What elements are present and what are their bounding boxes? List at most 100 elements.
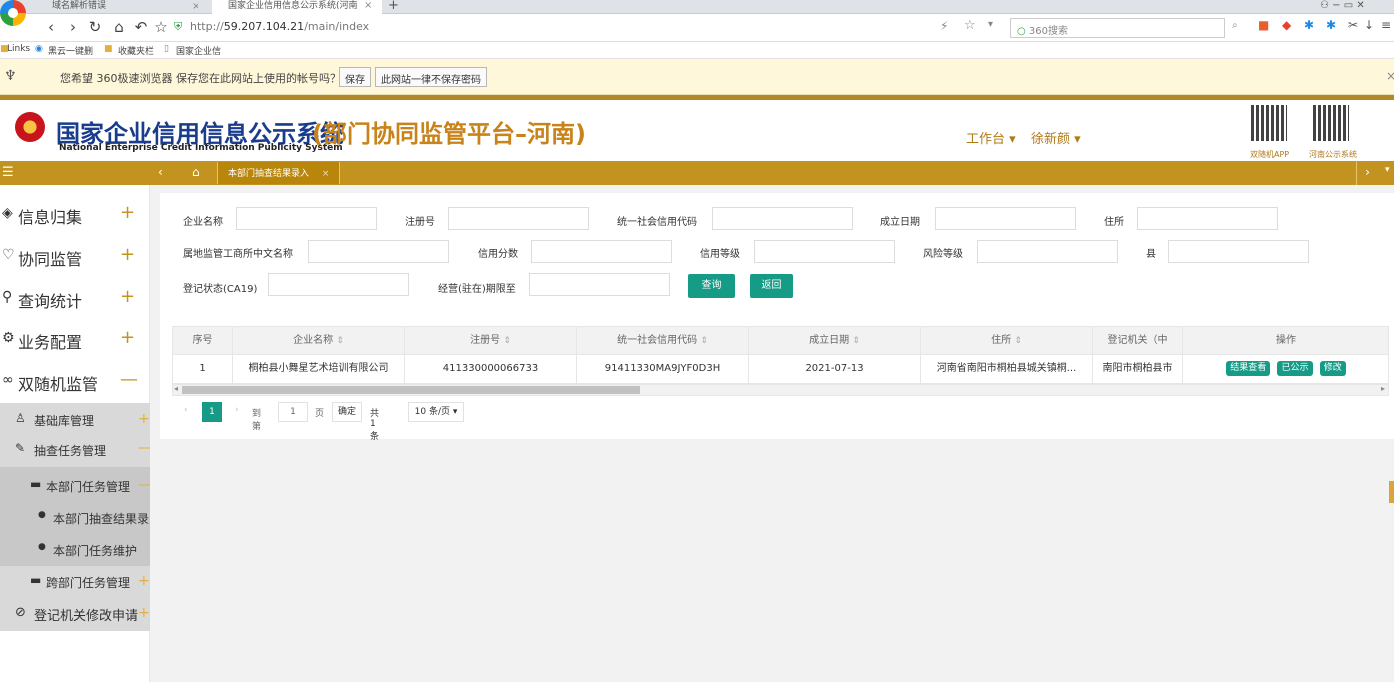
scroll-left-icon[interactable]: ◂ <box>174 384 178 393</box>
cut-icon[interactable]: ✂ <box>1348 18 1358 32</box>
confirm-page-button[interactable]: 确定 <box>332 402 362 422</box>
chevron-right-icon[interactable]: › <box>1356 161 1378 185</box>
undo-icon[interactable]: ↶ <box>132 18 150 36</box>
credit-score-input[interactable] <box>531 240 672 263</box>
sidebar-item-business-config[interactable]: ⚙ 业务配置 + <box>0 320 150 360</box>
back-button[interactable]: 返回 <box>750 274 793 298</box>
risk-level-input[interactable] <box>977 240 1118 263</box>
workbench-menu[interactable]: 工作台 ▾ <box>966 128 1016 147</box>
sidebar-item-base-library[interactable]: ♙ 基础库管理 + <box>0 409 150 429</box>
col-header-address[interactable]: 住所 ⇕ <box>921 327 1093 355</box>
collapse-icon[interactable]: — <box>138 440 150 456</box>
close-icon[interactable]: × <box>1386 69 1394 83</box>
local-office-input[interactable] <box>308 240 449 263</box>
collapse-icon[interactable]: — <box>138 477 150 493</box>
sidebar-item-dept-result-entry[interactable]: ● 本部门抽查结果录入 <box>0 502 150 534</box>
game-icon[interactable]: ◆ <box>1282 18 1291 32</box>
extension-icon[interactable]: ✱ <box>1326 18 1336 32</box>
sort-icon[interactable]: ⇕ <box>700 336 708 346</box>
close-icon[interactable]: × <box>364 0 372 11</box>
user-menu[interactable]: 徐新颜 ▾ <box>1031 128 1081 147</box>
credit-level-input[interactable] <box>754 240 895 263</box>
url-field[interactable]: http://59.207.104.21/main/index <box>190 20 369 33</box>
bookmark-item[interactable]: 国家企业信 <box>176 44 221 57</box>
col-header-uscc[interactable]: 统一社会信用代码 ⇕ <box>577 327 749 355</box>
address-input[interactable] <box>1137 207 1278 230</box>
chevron-down-icon[interactable]: ▾ <box>988 19 993 30</box>
query-button[interactable]: 查询 <box>688 274 735 298</box>
sidebar-item-reg-change[interactable]: ⊘ 登记机关修改申请 + <box>0 603 150 625</box>
browser-tab-dns-error[interactable]: 域名解析错误 × <box>36 0 198 14</box>
col-header-found-date[interactable]: 成立日期 ⇕ <box>749 327 921 355</box>
sidebar-item-dept-maintain[interactable]: ● 本部门任务维护 <box>0 534 150 566</box>
expand-icon[interactable]: + <box>120 244 135 265</box>
scrollbar-thumb[interactable] <box>182 386 640 394</box>
search-icon[interactable]: ⌕ <box>1232 20 1238 31</box>
browser-tab-gsxt[interactable]: 国家企业信用信息公示系统(河南 <box>212 0 382 14</box>
sidebar-item-coop-supervision[interactable]: ♡ 协同监管 + <box>0 237 150 277</box>
bookmark-item[interactable]: 收藏夹栏 <box>118 44 154 57</box>
back-icon[interactable]: ‹ <box>42 18 60 36</box>
regno-input[interactable] <box>448 207 589 230</box>
page-size-select[interactable]: 10 条/页 ▾ <box>408 402 464 422</box>
expand-icon[interactable]: + <box>138 605 150 621</box>
search-box[interactable]: ○ 360搜索 <box>1010 18 1225 38</box>
sidebar-item-query-stats[interactable]: ⚲ 查询统计 + <box>0 279 150 319</box>
published-button[interactable]: 已公示 <box>1277 360 1313 376</box>
bookmark-links[interactable]: Links <box>7 44 30 54</box>
sidebar-item-double-random[interactable]: ∞ 双随机监管 — <box>0 362 150 402</box>
expand-icon[interactable]: + <box>120 327 135 348</box>
new-tab-icon[interactable]: + <box>388 0 399 13</box>
next-page-icon[interactable]: › <box>235 405 239 415</box>
refresh-icon[interactable]: ↻ <box>86 18 104 36</box>
window-controls[interactable]: ⚇ − ▭ ✕ <box>1320 0 1365 11</box>
chevron-left-icon[interactable]: ‹ <box>158 165 163 179</box>
favorite-icon[interactable]: ☆ <box>964 18 976 33</box>
collapse-icon[interactable]: — <box>120 369 138 390</box>
bookmark-item[interactable]: 黑云一键删 <box>48 44 93 57</box>
never-save-password-button[interactable]: 此网站一律不保存密码 <box>375 67 487 87</box>
reg-status-input[interactable] <box>268 273 409 296</box>
lightning-icon[interactable]: ⚡ <box>940 19 948 33</box>
tab-result-entry[interactable]: 本部门抽查结果录入 × <box>217 162 341 184</box>
page-number-input[interactable]: 1 <box>278 402 308 422</box>
extension-icon[interactable]: ✱ <box>1304 18 1314 32</box>
home-icon[interactable]: ⌂ <box>192 165 200 179</box>
side-tab-handle[interactable] <box>1389 481 1394 503</box>
sort-icon[interactable]: ⇕ <box>503 336 511 346</box>
menu-toggle-icon[interactable]: ☰ <box>2 165 14 180</box>
expiry-input[interactable] <box>529 273 670 296</box>
uscc-input[interactable] <box>712 207 853 230</box>
found-date-input[interactable] <box>935 207 1076 230</box>
close-icon[interactable]: × <box>322 169 330 179</box>
sidebar-item-dept-task[interactable]: ▬ 本部门任务管理 — <box>0 467 150 502</box>
menu-icon[interactable]: ≡ <box>1381 18 1391 32</box>
expand-icon[interactable]: + <box>138 573 150 589</box>
chevron-down-icon[interactable]: ▾ <box>1385 165 1390 175</box>
county-input[interactable] <box>1168 240 1309 263</box>
company-name-input[interactable] <box>236 207 377 230</box>
edit-button[interactable]: 修改 <box>1319 360 1346 376</box>
scroll-right-icon[interactable]: ▸ <box>1381 384 1385 393</box>
expand-icon[interactable]: + <box>138 411 150 427</box>
close-icon[interactable]: × <box>192 0 198 13</box>
col-header-regno[interactable]: 注册号 ⇕ <box>405 327 577 355</box>
download-icon[interactable]: ↓ <box>1364 18 1374 32</box>
page-1-button[interactable]: 1 <box>202 402 222 422</box>
home-icon[interactable]: ⌂ <box>110 18 128 36</box>
star-icon[interactable]: ☆ <box>152 18 170 36</box>
view-result-button[interactable]: 结果查看 <box>1226 360 1271 376</box>
sort-icon[interactable]: ⇕ <box>336 336 344 346</box>
sidebar-item-task-management[interactable]: ✎ 抽查任务管理 — <box>0 439 150 459</box>
prev-page-icon[interactable]: ‹ <box>184 405 188 415</box>
sort-icon[interactable]: ⇕ <box>1014 336 1022 346</box>
col-header-company[interactable]: 企业名称 ⇕ <box>233 327 405 355</box>
sidebar-item-info-collect[interactable]: ◈ 信息归集 + <box>0 195 150 235</box>
expand-icon[interactable]: + <box>120 202 135 223</box>
sort-icon[interactable]: ⇕ <box>852 336 860 346</box>
apps-icon[interactable]: ■ <box>1258 18 1269 32</box>
sidebar-item-cross-dept-task[interactable]: ▬ 跨部门任务管理 + <box>0 571 150 591</box>
save-password-button[interactable]: 保存 <box>339 67 371 87</box>
expand-icon[interactable]: + <box>120 286 135 307</box>
forward-icon[interactable]: › <box>64 18 82 36</box>
